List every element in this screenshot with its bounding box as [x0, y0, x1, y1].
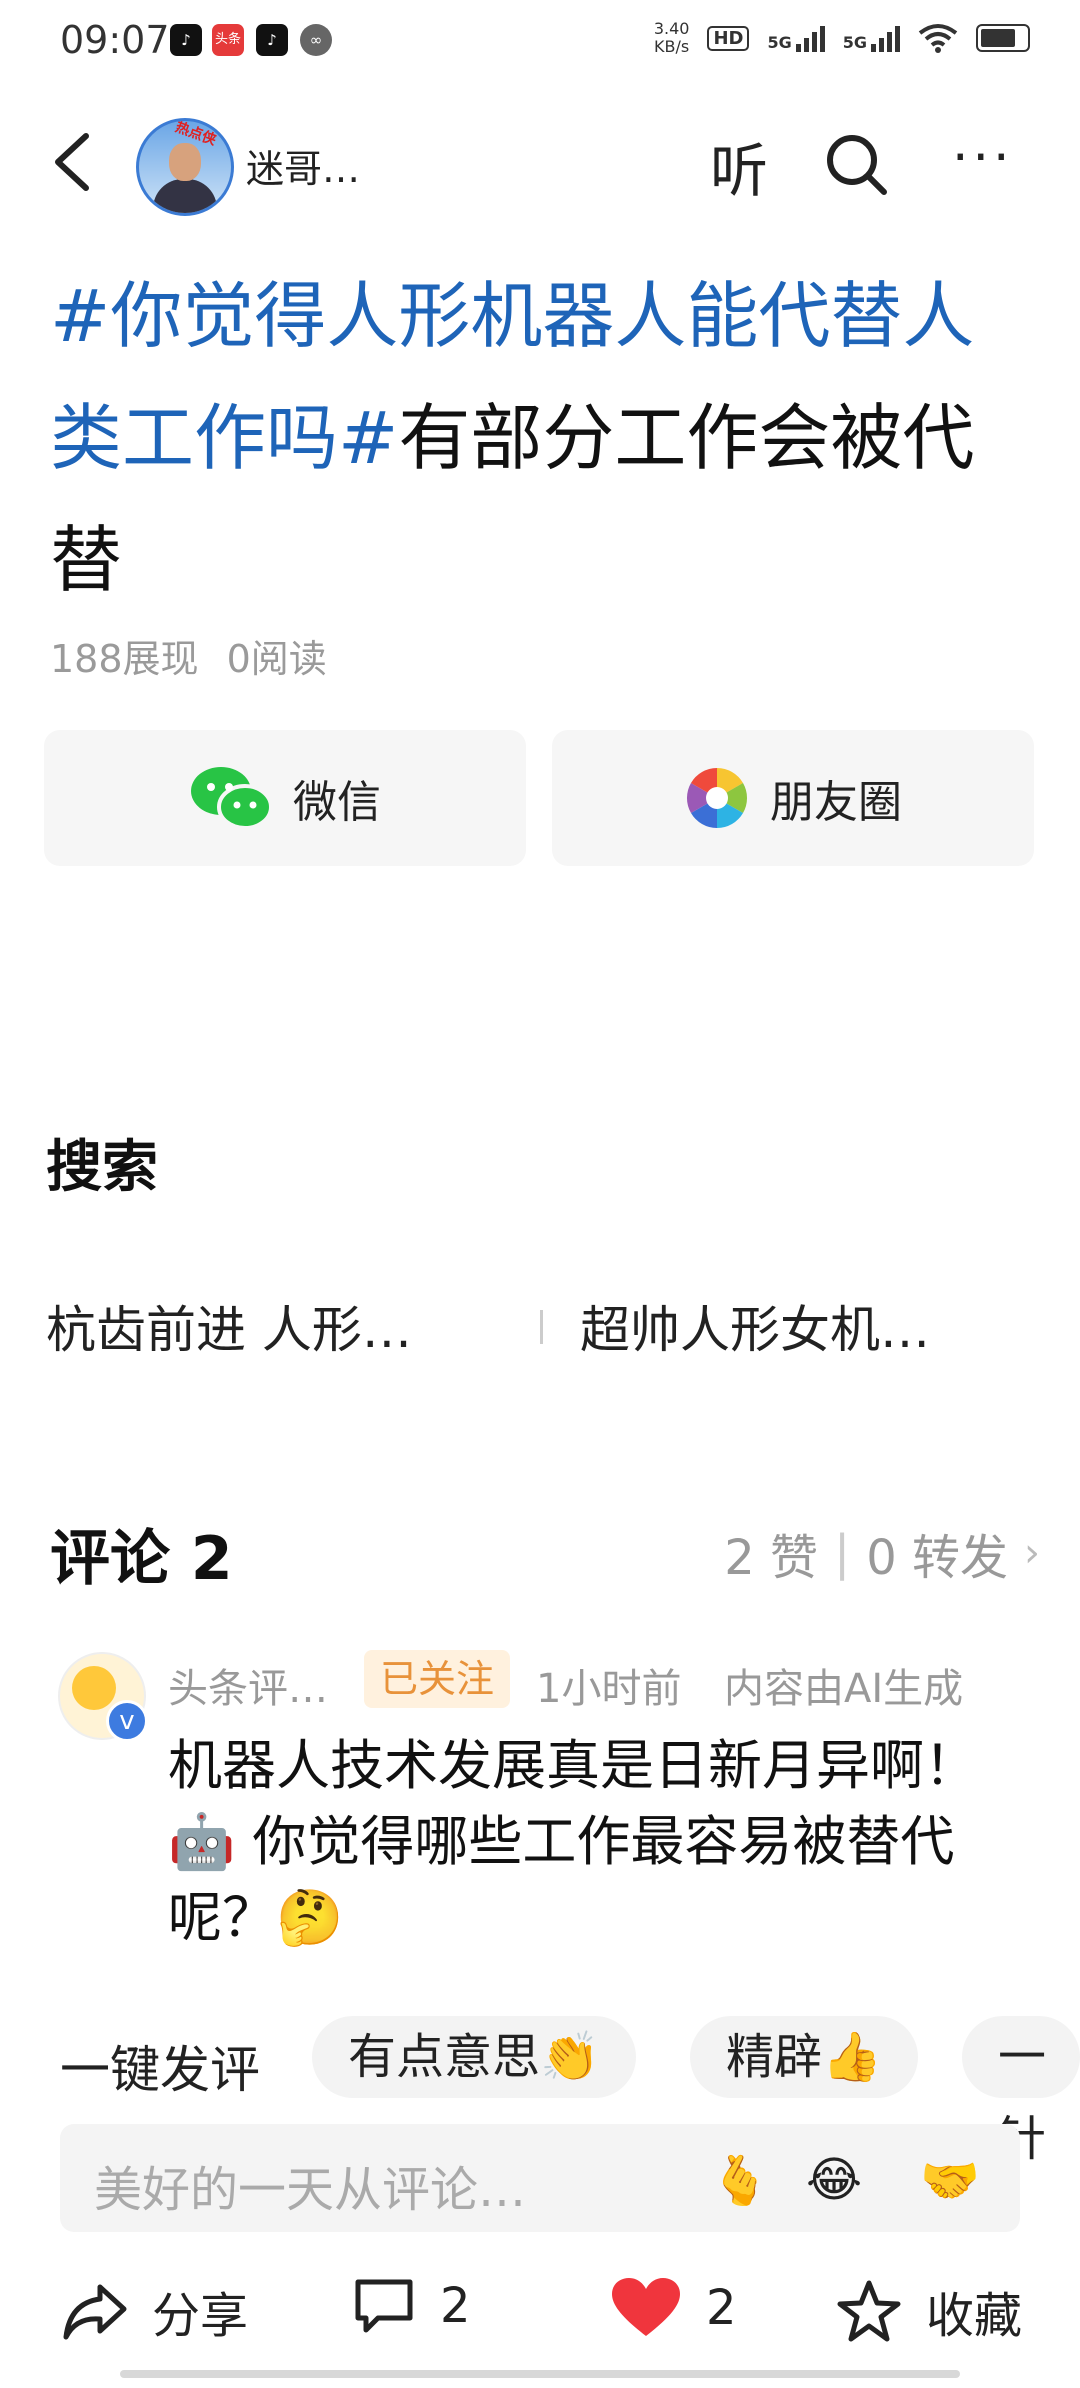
moments-icon — [686, 768, 748, 828]
follow-status-badge[interactable]: 已关注 — [364, 1650, 511, 1708]
moments-label: 朋友圈 — [770, 777, 902, 828]
comment-placeholder: 美好的一天从评论… — [94, 2162, 527, 2218]
author-avatar[interactable]: 热点侠 — [136, 118, 234, 216]
comment-icon — [355, 2279, 413, 2333]
heart-icon — [612, 2278, 680, 2336]
share-wechat-button[interactable]: 微信 — [44, 730, 526, 866]
views-count: 188展现 — [50, 637, 199, 681]
comment-time: 1小时前 — [536, 1666, 682, 1712]
search-suggestion-1[interactable]: 杭齿前进 人形… — [46, 1290, 412, 1362]
signal-1-icon: 5G — [767, 24, 825, 52]
chevron-right-icon: › — [1024, 1530, 1040, 1576]
battery-icon — [976, 24, 1030, 52]
douyin-icon-2: ♪ — [256, 24, 288, 56]
comment-text: 机器人技术发展真是日新月异啊！🤖 你觉得哪些工作最容易被替代呢？🤔 — [168, 1734, 978, 1949]
net-speed: 3.40 KB/s — [653, 19, 690, 56]
author-name[interactable]: 迷哥… — [246, 138, 360, 193]
favorite-label: 收藏 — [926, 2288, 1023, 2344]
quick-chip-more[interactable]: 一针 — [962, 2016, 1080, 2167]
douyin-icon: ♪ — [170, 24, 202, 56]
comment-count: 2 — [440, 2278, 471, 2334]
verified-icon: v — [106, 1700, 148, 1742]
listen-button[interactable]: 听 — [710, 124, 768, 208]
chevron-left-icon[interactable] — [50, 132, 94, 192]
home-indicator[interactable] — [120, 2370, 960, 2378]
commenter-name[interactable]: 头条评… — [168, 1656, 328, 1714]
signal-2-icon: 5G — [843, 24, 900, 52]
hd-icon: HD — [707, 25, 750, 51]
ai-generated-note: 内容由AI生成 — [724, 1666, 964, 1712]
wifi-icon — [918, 24, 958, 53]
reposts-summary: 0 转发 — [866, 1530, 1008, 1586]
article-title: #你觉得人形机器人能代替人类工作吗#有部分工作会被代替 — [50, 255, 1040, 621]
comments-heading: 评论 2 — [50, 1524, 233, 1594]
quick-chip-insightful[interactable]: 精辟👍 — [690, 2016, 918, 2098]
heart-hands-emoji-button[interactable]: 🫰 — [710, 2152, 770, 2209]
quick-chip-interesting[interactable]: 有点意思👏 — [312, 2016, 636, 2098]
share-moments-button[interactable]: 朋友圈 — [552, 730, 1034, 866]
toutiao-icon: 头条 — [212, 24, 244, 56]
handshake-emoji-button[interactable]: 🤝 — [920, 2152, 980, 2209]
wechat-label: 微信 — [293, 777, 381, 828]
link-icon: ∞ — [300, 24, 332, 56]
meta-separator: | — [834, 1525, 851, 1581]
quick-comment-label: 一键发评 — [60, 2041, 260, 2099]
article-stats: 188展现 0阅读 — [50, 628, 327, 683]
like-count: 2 — [706, 2280, 737, 2336]
comment-input[interactable]: 美好的一天从评论… 🫰 😂 🤝 — [60, 2124, 1020, 2232]
search-suggestion-2[interactable]: 超帅人形女机… — [580, 1290, 930, 1362]
laughing-emoji-button[interactable]: 😂 — [806, 2152, 862, 2208]
status-bar: 09:07 ♪ 头条 ♪ ∞ 3.40 KB/s HD 5G 5G — [0, 0, 1080, 84]
commenter-avatar[interactable]: v — [58, 1652, 148, 1742]
search-section-heading: 搜索 — [46, 1135, 158, 1200]
like-button[interactable]: 2 — [610, 2276, 737, 2340]
favorite-button[interactable]: 收藏 — [836, 2276, 1022, 2346]
status-time: 09:07 — [60, 18, 170, 62]
comment-button[interactable]: 2 — [352, 2276, 471, 2336]
share-icon — [63, 2284, 127, 2340]
suggestion-divider — [540, 1310, 543, 1344]
share-button[interactable]: 分享 — [62, 2276, 248, 2346]
likes-summary: 2 赞 — [724, 1530, 819, 1586]
share-label: 分享 — [152, 2288, 249, 2344]
star-icon — [837, 2280, 901, 2342]
comments-meta[interactable]: 2 赞 | 0 转发 › — [724, 1518, 1040, 1588]
reads-count: 0阅读 — [226, 637, 327, 681]
search-icon[interactable] — [822, 130, 892, 200]
more-horizontal-icon[interactable]: ··· — [952, 128, 1014, 188]
wechat-icon — [191, 767, 273, 830]
status-indicators: 3.40 KB/s HD 5G 5G — [654, 20, 1030, 56]
